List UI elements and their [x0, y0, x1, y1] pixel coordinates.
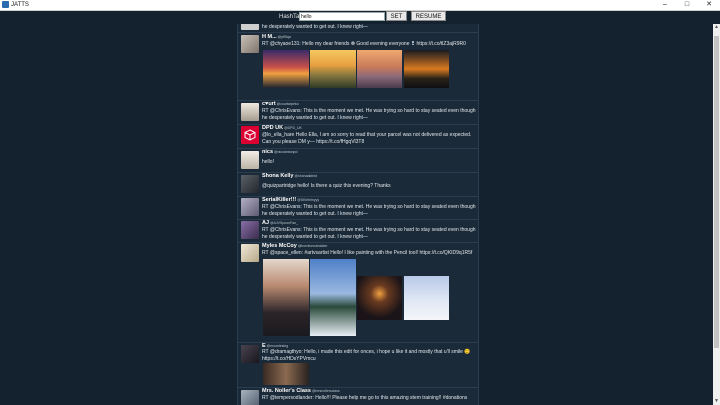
dpd-cube-icon	[244, 129, 256, 141]
avatar	[241, 175, 259, 193]
tweet-author: Mrs. Noller's Class@mrsnollersclass	[262, 388, 340, 395]
tweet-text: RT @dramagthyo: Hello, i made this edit …	[262, 349, 471, 363]
resume-button[interactable]: RESUME	[411, 11, 446, 21]
tweet-media-image[interactable]	[263, 259, 309, 336]
tweet-item: c♥urt@courtarpeko RT @ChrisEvans: This i…	[238, 100, 478, 125]
author-name: nics	[262, 149, 274, 155]
tweet-text: @quizpartridge hello! Is there a quiz th…	[262, 183, 391, 189]
tweet-item: Shona Kelly@shonaakbird @quizpartridge h…	[238, 172, 478, 197]
author-handle: @SKiehlmyyy	[297, 198, 320, 202]
vertical-scrollbar[interactable]: ▲ ▼	[713, 24, 720, 405]
author-handle: @courtarpeko	[276, 102, 299, 106]
tweet-text: RT @tempersodlander: Hello!!! Please hel…	[262, 395, 468, 401]
tweet-media-image[interactable]	[310, 50, 356, 88]
tweet-media-image[interactable]	[310, 259, 356, 336]
author-name: SerialKiller!!!	[262, 197, 297, 203]
tweet-author: SerialKiller!!!@SKiehlmyyy	[262, 197, 319, 204]
tweet-text: RT @ChrisEvans: This is the moment we me…	[262, 204, 476, 218]
tweet-item: he desperately wanted to get out. I knew…	[238, 24, 478, 33]
tweet-media-image[interactable]	[263, 50, 309, 88]
tweet-media-image[interactable]	[404, 276, 449, 320]
tweet-text: hello!	[262, 159, 274, 165]
avatar	[241, 24, 259, 30]
avatar	[241, 151, 259, 169]
tweet-item: nics@nicolantonpd hello!	[238, 148, 478, 173]
avatar	[241, 244, 259, 262]
avatar	[241, 345, 259, 363]
author-name: H M...	[262, 34, 277, 40]
scroll-up-arrow-icon[interactable]: ▲	[713, 24, 720, 31]
tweet-text: RT @ChrisEvans: This is the moment we me…	[262, 108, 476, 122]
tweet-item: Mrs. Noller's Class@mrsnollersclass RT @…	[238, 387, 478, 405]
author-name: Myles McCoy	[262, 243, 297, 249]
tweet-media-image[interactable]	[263, 363, 309, 385]
author-name: c♥urt	[262, 101, 276, 107]
window-title: JATTS	[11, 2, 29, 8]
avatar	[241, 126, 259, 144]
app-icon	[2, 1, 9, 8]
author-name: Mrs. Noller's Class	[262, 388, 311, 394]
set-button[interactable]: SET	[386, 11, 407, 21]
tweet-author: AJ@AJVSpoonFan_	[262, 220, 298, 227]
close-button[interactable]: ✕	[698, 0, 720, 10]
author-handle: @DPD_UK	[284, 126, 302, 130]
avatar	[241, 35, 259, 53]
tweet-media-image[interactable]	[357, 276, 402, 320]
author-name: DPD UK	[262, 125, 284, 131]
tweet-item: E@moonlesing RT @dramagthyo: Hello, i ma…	[238, 342, 478, 388]
author-handle: @pf5lqa	[277, 35, 291, 39]
tweet-text: he desperately wanted to get out. I knew…	[262, 24, 368, 30]
author-handle: @bornfunnainsider	[297, 244, 328, 248]
author-handle: @shonaakbird	[294, 174, 318, 178]
title-bar: JATTS – □ ✕	[0, 0, 720, 11]
tweet-item: DPD UK@DPD_UK @lo_ella_hare Hello Ella, …	[238, 124, 478, 149]
author-name: Shona Kelly	[262, 173, 294, 179]
author-handle: @moonlesing	[266, 344, 289, 348]
tweet-media-image[interactable]	[357, 50, 402, 88]
tweet-author: Shona Kelly@shonaakbird	[262, 173, 317, 180]
tweet-feed[interactable]: he desperately wanted to get out. I knew…	[237, 24, 479, 405]
tweet-text: @lo_ella_hare Hello Ella, I am so sorry …	[262, 132, 472, 146]
author-name: AJ	[262, 220, 270, 226]
tweet-item: H M...@pf5lqa RT @chyaoe131: Hello my de…	[238, 33, 478, 101]
tweet-author: nics@nicolantonpd	[262, 149, 297, 156]
tweet-item: SerialKiller!!!@SKiehlmyyy RT @ChrisEvan…	[238, 196, 478, 220]
tweet-media-image[interactable]	[404, 50, 449, 88]
minimize-button[interactable]: –	[654, 0, 676, 10]
tweet-text: RT @chyaoe131: Hello my dear friends ❁ G…	[262, 41, 466, 47]
tweet-author: H M...@pf5lqa	[262, 34, 291, 41]
author-handle: @nicolantonpd	[274, 150, 298, 154]
tweet-author: Myles McCoy@bornfunnainsider	[262, 243, 328, 250]
author-handle: @mrsnollersclass	[312, 389, 340, 393]
hashtag-toolbar: HashTag SET RESUME	[0, 11, 720, 23]
avatar	[241, 198, 259, 216]
tweet-item: Myles McCoy@bornfunnainsider RT @space_e…	[238, 242, 478, 343]
tweet-item: AJ@AJVSpoonFan_ RT @ChrisEvans: This is …	[238, 219, 478, 243]
tweet-author: DPD UK@DPD_UK	[262, 125, 302, 132]
avatar	[241, 103, 259, 121]
avatar	[241, 221, 259, 239]
maximize-button[interactable]: □	[676, 0, 698, 10]
tweet-text: RT @ChrisEvans: This is the moment we me…	[262, 227, 476, 241]
tweet-author: c♥urt@courtarpeko	[262, 101, 299, 108]
tweet-text: RT @space_ellen: #artvsartist Hello! I l…	[262, 250, 473, 256]
avatar	[241, 390, 259, 405]
author-handle: @AJVSpoonFan_	[270, 221, 299, 225]
hashtag-input[interactable]	[299, 12, 385, 21]
scrollbar-thumb[interactable]	[714, 36, 719, 348]
scroll-down-arrow-icon[interactable]: ▼	[713, 398, 720, 405]
